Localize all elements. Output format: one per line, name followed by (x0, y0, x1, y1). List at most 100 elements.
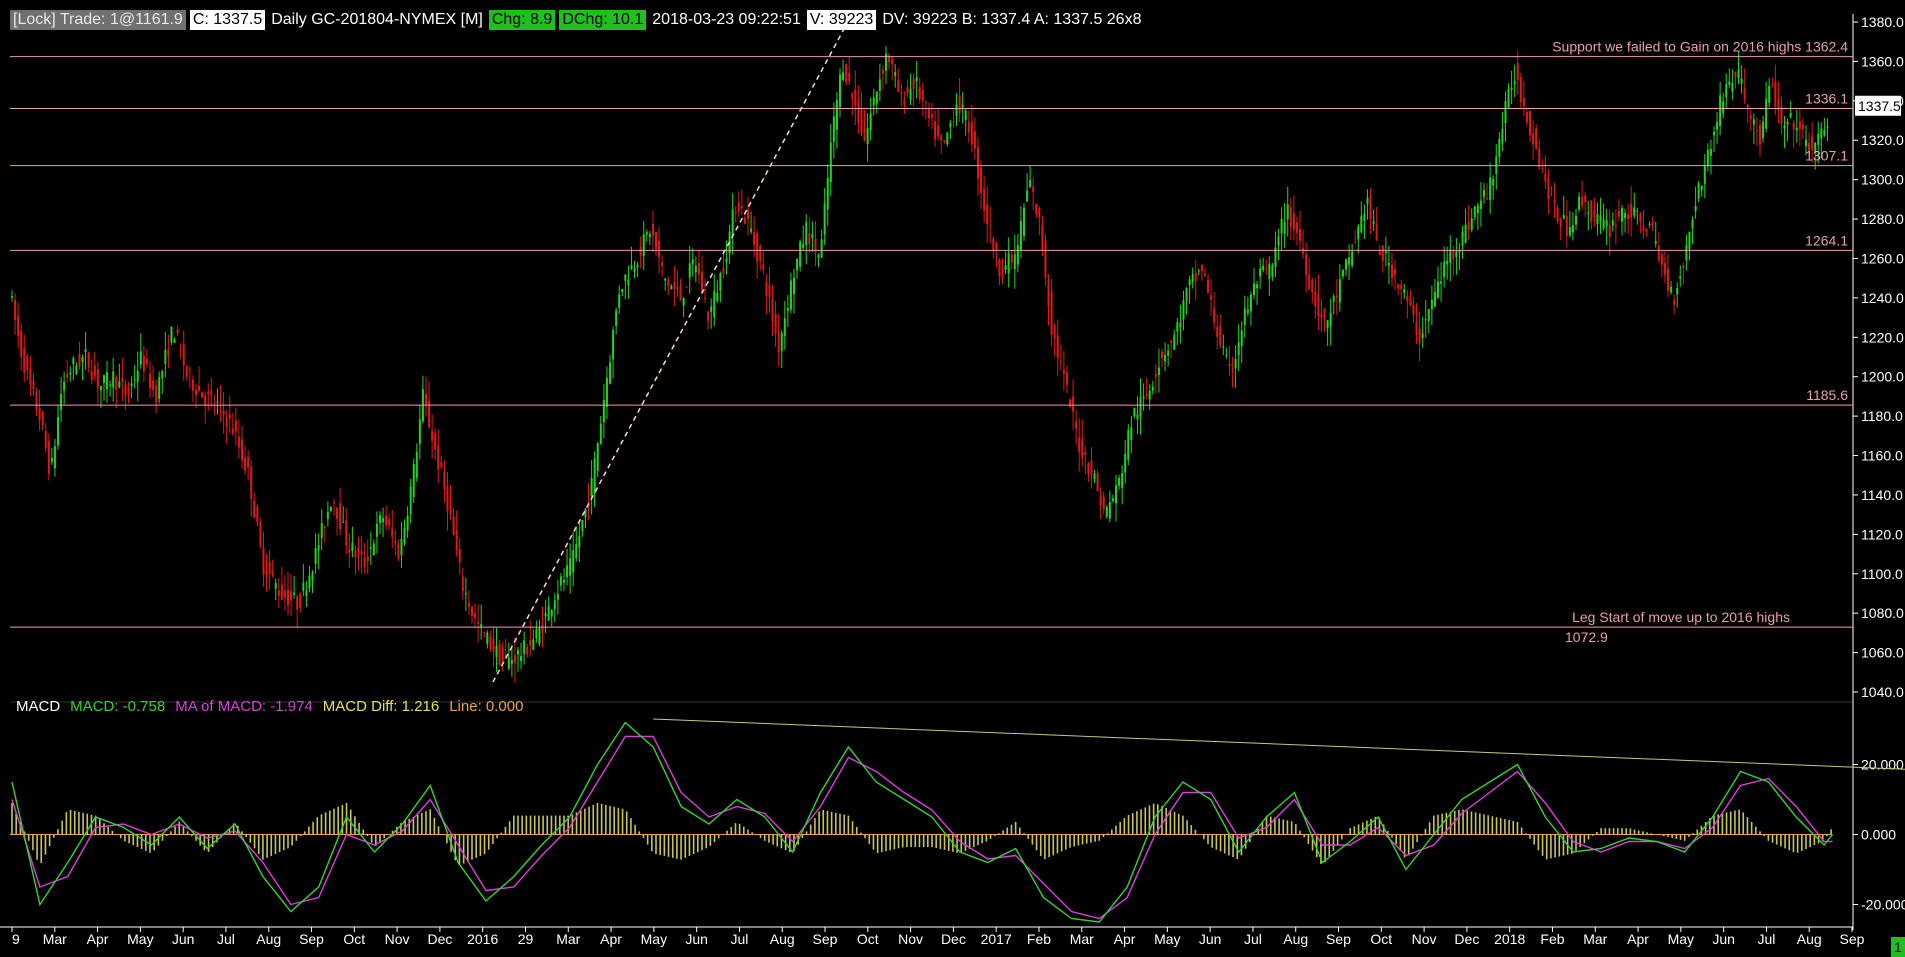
candle-body (658, 240, 661, 258)
candle-body (1246, 309, 1249, 314)
candle-body (1326, 320, 1329, 329)
price-tick-label: 1160.0 (1861, 448, 1903, 464)
candle-body (1142, 396, 1145, 399)
candle-body (216, 401, 219, 403)
candle-body (1765, 98, 1768, 129)
candle-body (354, 550, 357, 558)
time-tick-label: Jun (1199, 931, 1222, 947)
candle-body (1403, 289, 1406, 293)
candle-body (201, 392, 204, 398)
candle-body (1697, 183, 1700, 199)
candle-body (1578, 196, 1581, 210)
candle-body (1203, 273, 1206, 276)
candle-body (210, 390, 213, 396)
candle-body (541, 624, 544, 634)
candle-body (1430, 299, 1433, 310)
candle-body (719, 273, 722, 291)
candle-body (1050, 291, 1053, 336)
candle-body (425, 394, 427, 406)
candle-body (1532, 132, 1535, 145)
candle-body (967, 121, 970, 133)
candle-body (1547, 178, 1550, 199)
candle-body (943, 140, 946, 142)
lock-trade-label[interactable]: [Lock] Trade: 1@1161.9 (10, 10, 186, 30)
candle-body (1667, 268, 1669, 291)
candle-body (317, 545, 320, 551)
price-tick-label: 1240.0 (1861, 290, 1904, 306)
candle-body (501, 647, 504, 662)
candle-body (1191, 273, 1194, 283)
candle-body (1706, 149, 1709, 167)
time-tick-label: Oct (1370, 931, 1392, 947)
time-tick-label: Nov (898, 931, 923, 947)
candle-body (1611, 220, 1614, 226)
candle-body (817, 254, 820, 258)
candle-body (1032, 186, 1035, 192)
candle-body (1556, 207, 1559, 221)
candle-body (345, 520, 348, 546)
candle-body (139, 351, 142, 365)
candle-body (802, 244, 805, 248)
candle-body (287, 589, 289, 606)
candle-body (1139, 397, 1142, 416)
candle-body (937, 125, 940, 137)
candle-body (636, 264, 639, 268)
candle-body (464, 593, 467, 595)
candle-body (1746, 104, 1749, 108)
candle-body (1035, 203, 1038, 214)
time-tick-label: Jul (1757, 931, 1775, 947)
time-tick-label: May (641, 931, 667, 947)
candle-body (1167, 350, 1170, 356)
price-tick-label: 1200.0 (1861, 369, 1904, 385)
candle-body (480, 623, 483, 627)
candle-body (247, 457, 250, 468)
candle-body (1280, 218, 1283, 234)
candle-body (357, 546, 360, 554)
candle-body (1078, 437, 1081, 453)
candle-body (1308, 274, 1311, 290)
candle-body (1053, 324, 1056, 339)
candle-body (237, 436, 240, 448)
candle-body (1394, 269, 1397, 276)
candle-body (394, 541, 397, 543)
candle-body (734, 211, 737, 213)
candle-body (1489, 177, 1492, 200)
candle-body (875, 91, 878, 104)
candle-body (832, 116, 835, 142)
candle-body (1363, 213, 1366, 222)
candle-body (1755, 129, 1758, 132)
status-badge[interactable]: 1 (1891, 937, 1905, 957)
candle-body (857, 100, 860, 124)
candle-body (1265, 268, 1268, 270)
candle-body (1587, 212, 1590, 214)
trading-chart[interactable]: 1040.0 1060.0 1080.0 1100.0 1120.0 1140.0 1160… (0, 0, 1905, 957)
candle-body (688, 263, 691, 278)
candle-body (1617, 211, 1620, 217)
time-tick-label: Jul (1244, 931, 1262, 947)
candle-body (145, 358, 148, 364)
candle-body (1449, 249, 1452, 264)
time-tick-label: Aug (1283, 931, 1308, 947)
candle-body (415, 451, 418, 478)
symbol-label[interactable]: Daily GC-201804-NYMEX [M] (269, 10, 485, 30)
candle-body (661, 262, 664, 266)
candle-body (1433, 291, 1436, 307)
candle-body (921, 89, 924, 101)
candle-body (1654, 241, 1657, 244)
level-label-4: 1185.6 (1806, 387, 1848, 403)
candle-body (1719, 95, 1722, 127)
candle-body (894, 72, 897, 77)
candle-body (1256, 284, 1259, 289)
candle-body (1157, 367, 1160, 375)
candle-body (1826, 126, 1829, 128)
time-tick-label: Dec (1454, 931, 1479, 947)
candle-body (1283, 222, 1286, 234)
candle-body (130, 383, 133, 386)
candle-body (1792, 122, 1795, 130)
candle-body (1519, 77, 1522, 103)
candle-body (566, 565, 569, 578)
candle-body (992, 238, 995, 252)
candle-body (811, 233, 814, 238)
candle-body (133, 379, 136, 381)
candle-body (989, 225, 992, 227)
